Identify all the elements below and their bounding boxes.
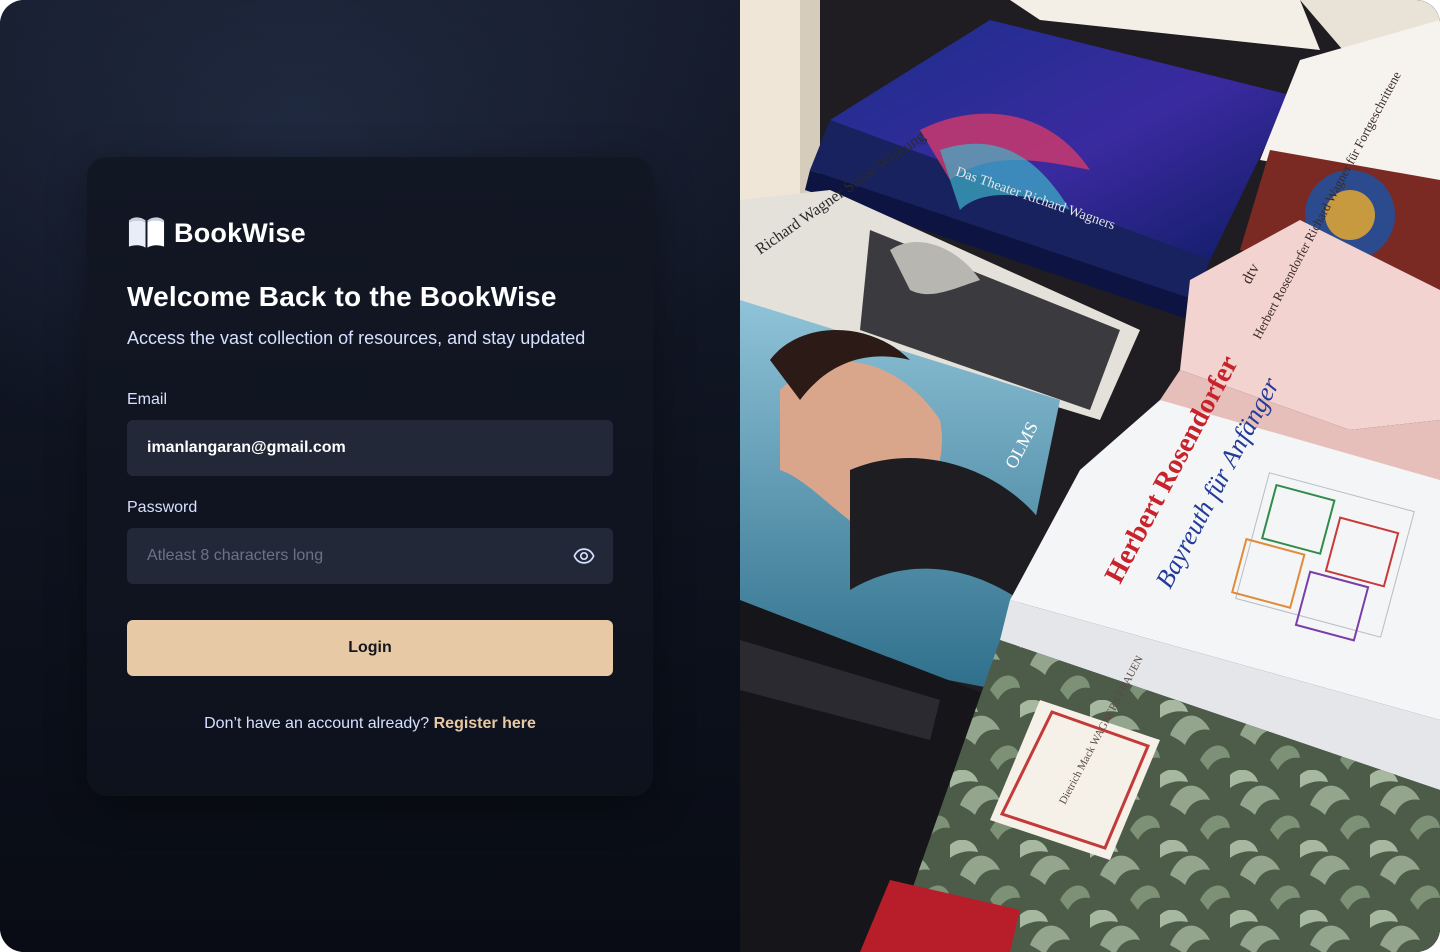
- email-field[interactable]: [127, 420, 613, 476]
- page-subtitle: Access the vast collection of resources,…: [127, 328, 586, 348]
- open-book-icon: [128, 217, 165, 248]
- login-card: BookWise Welcome Back to the BookWise Ac…: [87, 157, 653, 796]
- books-collage: Das Theater Richard Wagners Richard Wagn…: [740, 0, 1440, 952]
- register-link[interactable]: Register here: [434, 715, 536, 732]
- login-pane: BookWise Welcome Back to the BookWise Ac…: [0, 0, 740, 952]
- login-button[interactable]: Login: [127, 620, 613, 676]
- register-prompt-line: Don’t have an account already? Register …: [87, 715, 653, 733]
- brand-name: BookWise: [174, 217, 306, 248]
- email-field-container: [127, 420, 613, 476]
- password-field-container: [127, 528, 613, 584]
- password-label: Password: [127, 499, 198, 516]
- email-label: Email: [127, 391, 168, 408]
- brand: BookWise: [127, 215, 306, 251]
- hero-image: Das Theater Richard Wagners Richard Wagn…: [740, 0, 1440, 952]
- password-field[interactable]: [127, 528, 613, 584]
- app-frame: BookWise Welcome Back to the BookWise Ac…: [0, 0, 1440, 952]
- page-title: Welcome Back to the BookWise: [127, 281, 557, 312]
- eye-icon[interactable]: [573, 545, 595, 567]
- register-prompt: Don’t have an account already?: [204, 715, 430, 732]
